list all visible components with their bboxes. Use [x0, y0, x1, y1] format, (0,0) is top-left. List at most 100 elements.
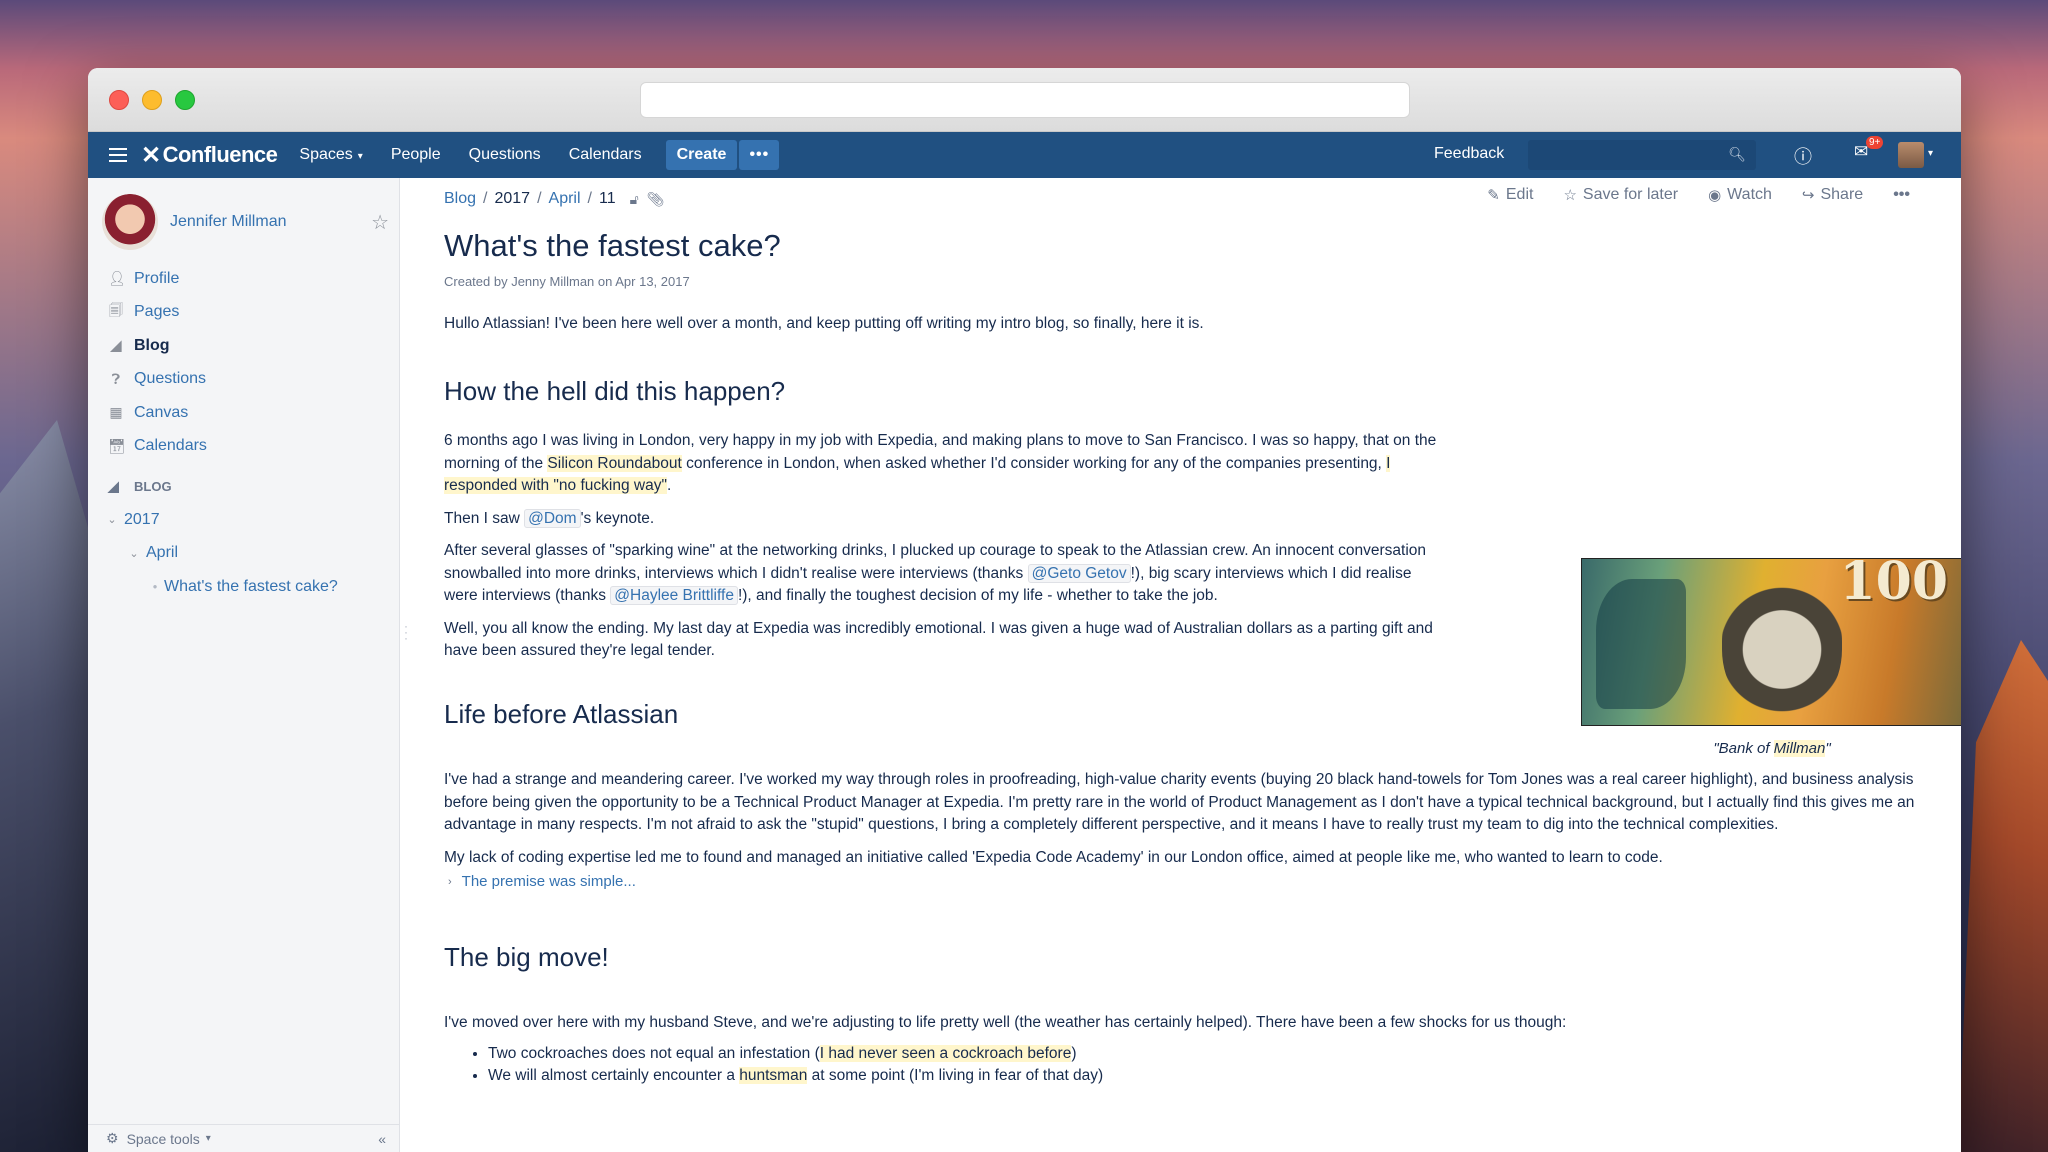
- pencil-icon: ✎: [1487, 187, 1500, 204]
- attachment-icon[interactable]: 📎︎: [647, 191, 665, 208]
- edit-button[interactable]: ✎ Edit: [1487, 186, 1533, 204]
- space-tools-button[interactable]: ⚙ Space tools ▾ «: [88, 1124, 400, 1152]
- paragraph-6: My lack of coding expertise led me to fo…: [444, 848, 1663, 866]
- browser-window: ✕ Confluence Spaces ▾ People Questions Cal…: [88, 68, 1961, 1152]
- more-actions-button[interactable]: •••: [1893, 186, 1910, 204]
- shocks-list: Two cockroaches does not equal an infest…: [488, 1043, 1940, 1088]
- rss-icon: ◢: [110, 337, 122, 354]
- nav-spaces[interactable]: Spaces ▾: [299, 146, 362, 164]
- help-icon[interactable]: ⓘ: [1794, 143, 1812, 169]
- user-mention[interactable]: @Haylee Brittliffe: [610, 586, 738, 605]
- space-avatar[interactable]: [102, 194, 158, 250]
- banknote-value: 100: [1839, 558, 1948, 612]
- breadcrumb-year[interactable]: 2017: [494, 190, 530, 208]
- star-icon: ☆: [1563, 187, 1577, 204]
- list-item: Two cockroaches does not equal an infest…: [488, 1043, 1940, 1066]
- search-input[interactable]: 🔍︎: [1528, 140, 1756, 170]
- sidebar-resize-handle[interactable]: · · ·: [404, 620, 408, 644]
- breadcrumb-blog[interactable]: Blog: [444, 190, 476, 208]
- expand-premise[interactable]: › The premise was simple...: [444, 871, 1940, 894]
- unlock-icon[interactable]: 🔓︎: [630, 191, 639, 208]
- window-titlebar: [88, 68, 1961, 132]
- nav-people[interactable]: People: [391, 146, 441, 164]
- heading-how: How the hell did this happen?: [444, 375, 786, 406]
- rss-icon: ◢: [108, 477, 119, 494]
- confluence-header: ✕ Confluence Spaces ▾ People Questions Cal…: [88, 132, 1961, 178]
- sidebar-item-canvas[interactable]: ▦ Canvas: [88, 396, 399, 430]
- close-window-button[interactable]: [109, 90, 129, 110]
- tree-item-post[interactable]: ● What's the fastest cake?: [88, 570, 399, 604]
- tree-item-year[interactable]: ⌄ 2017: [88, 503, 399, 537]
- gear-icon: ⚙: [106, 1130, 119, 1146]
- intro-paragraph: Hullo Atlassian! I've been here well ove…: [444, 315, 1204, 332]
- desktop-mountain-left: [0, 420, 95, 1152]
- eye-icon: ◉: [1708, 187, 1722, 204]
- chevron-down-icon[interactable]: ▾: [1928, 148, 1933, 159]
- collapse-sidebar-button[interactable]: «: [378, 1131, 386, 1147]
- star-icon[interactable]: ☆: [371, 210, 389, 235]
- paragraph-5: I've had a strange and meandering career…: [444, 771, 1915, 833]
- notification-badge: 9+: [1866, 136, 1884, 149]
- minimize-window-button[interactable]: [142, 90, 162, 110]
- user-mention[interactable]: @Geto Getov: [1027, 563, 1131, 583]
- banknote-image[interactable]: 100: [1581, 558, 1961, 726]
- paragraph-7: I've moved over here with my husband Ste…: [444, 1014, 1567, 1031]
- space-sidebar: Jennifer Millman ☆ 👤︎ Profile 🗐 Pages ◢ Blo…: [88, 178, 400, 1152]
- desktop-mountain-right: [1958, 640, 2048, 1152]
- bullet-icon: ●: [152, 582, 158, 592]
- breadcrumb-day[interactable]: 11: [599, 190, 616, 208]
- space-header: Jennifer Millman ☆: [88, 178, 399, 258]
- sidebar-item-pages[interactable]: 🗐 Pages: [88, 296, 399, 330]
- pages-icon: 🗐: [109, 302, 123, 319]
- calendar-icon: 📅︎: [108, 437, 126, 454]
- address-bar[interactable]: [640, 82, 1410, 118]
- user-avatar[interactable]: [1898, 142, 1924, 168]
- menu-icon[interactable]: [109, 148, 127, 162]
- chevron-down-icon: ▾: [357, 151, 363, 162]
- page-title: What's the fastest cake?: [444, 228, 781, 263]
- canvas-icon: ▦: [109, 404, 123, 421]
- page-actions: ✎ Edit ☆ Save for later ◉ Watch ↪ Share •••: [1457, 186, 1910, 204]
- chevron-down-icon[interactable]: ⌄: [104, 513, 120, 526]
- confluence-logo-icon: ✕: [141, 141, 161, 169]
- image-block: 100 "Bank of Millman": [1581, 558, 1961, 761]
- nav-calendars[interactable]: Calendars: [569, 146, 642, 164]
- question-icon: ❓︎: [111, 370, 121, 387]
- search-icon: 🔍︎: [1728, 146, 1746, 162]
- maximize-window-button[interactable]: [175, 90, 195, 110]
- share-icon: ↪: [1801, 187, 1815, 204]
- story-text: 6 months ago I was living in London, ver…: [444, 430, 1444, 663]
- paragraph-4: Well, you all know the ending. My last d…: [444, 619, 1433, 660]
- chevron-right-icon: ›: [448, 876, 452, 888]
- heading-big-move: The big move!: [444, 941, 609, 972]
- nav-questions[interactable]: Questions: [469, 146, 541, 164]
- list-item: We will almost certainly encounter a hun…: [488, 1065, 1940, 1088]
- sidebar-item-profile[interactable]: 👤︎ Profile: [88, 262, 399, 296]
- feedback-link[interactable]: Feedback: [1434, 145, 1504, 163]
- person-icon: 👤︎: [108, 270, 126, 287]
- image-caption: "Bank of Millman": [1713, 740, 1831, 757]
- sidebar-item-questions[interactable]: ❓︎ Questions: [88, 363, 399, 397]
- watch-button[interactable]: ◉ Watch: [1708, 186, 1772, 204]
- chevron-down-icon: ▾: [205, 1133, 211, 1144]
- share-button[interactable]: ↪ Share: [1802, 186, 1863, 204]
- blog-tree-heading: ◢ BLOG: [108, 477, 172, 494]
- sidebar-item-blog[interactable]: ◢ Blog: [88, 329, 399, 363]
- create-more-button[interactable]: •••: [739, 140, 780, 170]
- page-content: Blog / 2017 / April / 11 🔓︎ 📎︎ ✎ Edit ☆ Sa…: [444, 178, 1961, 1088]
- page-byline: Created by Jenny Millman on Apr 13, 2017: [444, 274, 690, 289]
- paragraph-1: 6 months ago I was living in London, ver…: [444, 432, 1437, 494]
- create-button[interactable]: Create: [665, 140, 738, 170]
- chevron-down-icon[interactable]: ⌄: [126, 547, 142, 560]
- paragraph-2: Then I saw @Dom's keynote.: [444, 508, 655, 528]
- tree-item-month[interactable]: ⌄ April: [88, 537, 399, 571]
- space-name[interactable]: Jennifer Millman: [170, 213, 286, 231]
- user-mention[interactable]: @Dom: [524, 508, 581, 528]
- sidebar-item-calendars[interactable]: 📅︎ Calendars: [88, 430, 399, 464]
- brand-name: Confluence: [162, 142, 278, 167]
- confluence-logo[interactable]: ✕ Confluence: [141, 141, 278, 170]
- page-body: Hullo Atlassian! I've been here well ove…: [444, 313, 1961, 1088]
- highlight: Silicon Roundabout: [547, 454, 682, 472]
- save-for-later-button[interactable]: ☆ Save for later: [1563, 186, 1678, 204]
- breadcrumb-month[interactable]: April: [549, 190, 581, 208]
